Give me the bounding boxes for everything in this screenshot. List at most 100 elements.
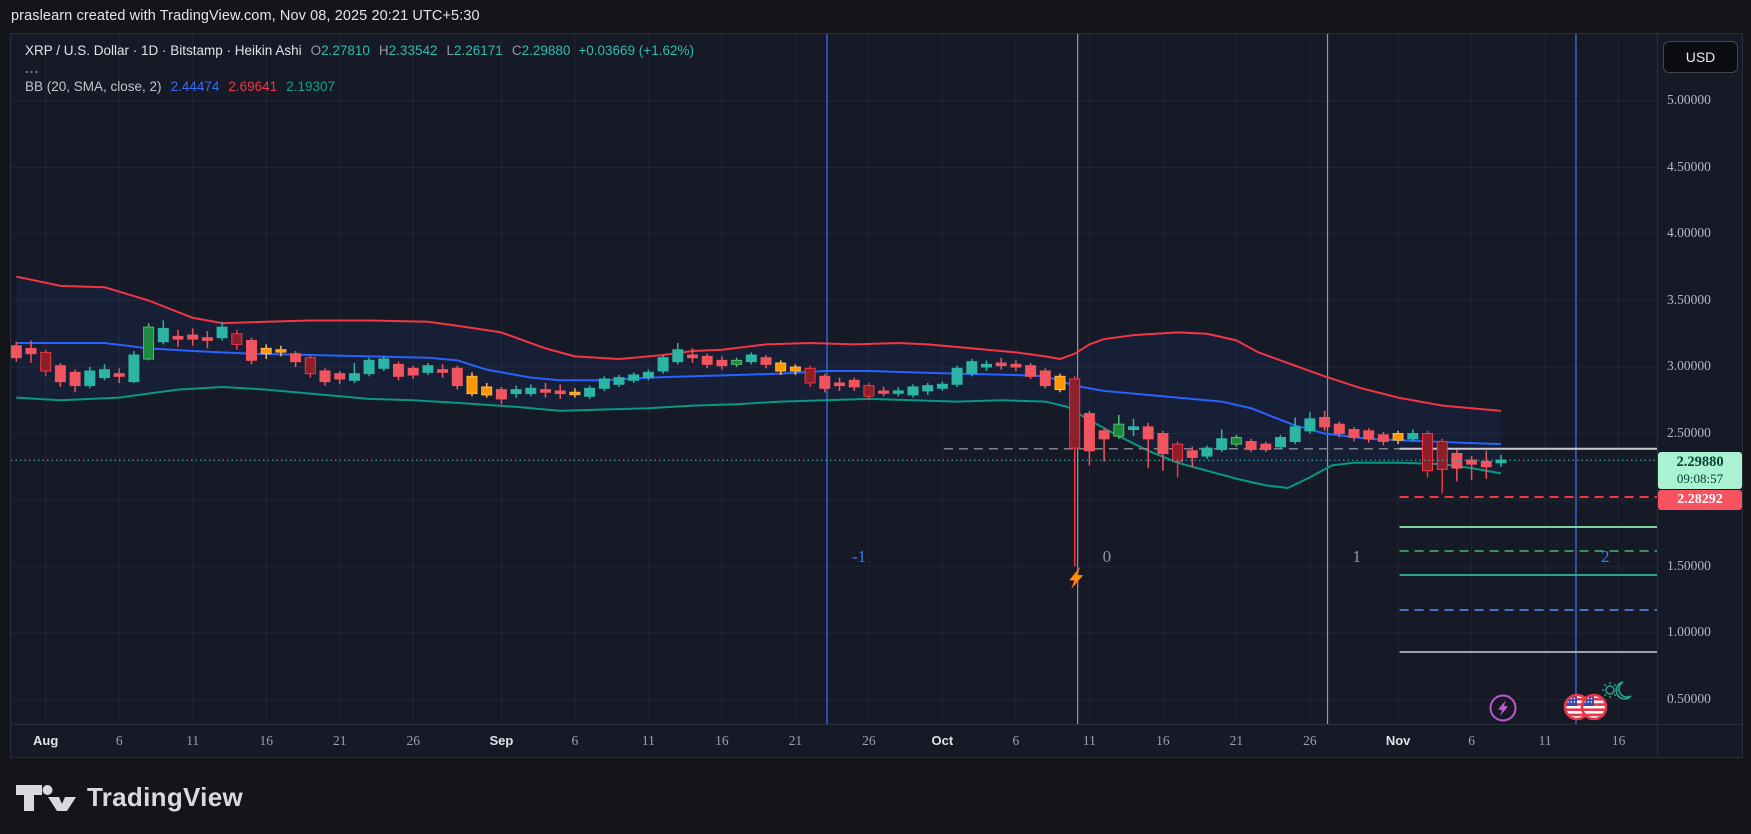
symbol-title[interactable]: XRP / U.S. Dollar · 1D · Bitstamp · Heik… (25, 43, 302, 58)
candle-body (100, 370, 110, 378)
candle-body (394, 364, 404, 376)
candle-body (55, 366, 65, 382)
candle-body (599, 379, 609, 388)
last-price-tag: 2.29880 09:08:57 (1658, 452, 1742, 489)
candle-body (26, 348, 36, 353)
candle-body (1040, 371, 1050, 386)
candle-body (908, 387, 918, 395)
candle-body (1099, 431, 1109, 439)
alert-price-value: 2.28292 (1677, 492, 1723, 507)
candle-body (41, 352, 51, 371)
symbol-row: XRP / U.S. Dollar · 1D · Bitstamp · Heik… (25, 43, 694, 58)
flag-star (1570, 701, 1572, 703)
candle-body (1393, 434, 1403, 441)
flag-star (1591, 698, 1593, 700)
purple-lightning-event-icon[interactable] (1491, 696, 1516, 721)
candle (1423, 431, 1433, 478)
time-axis-label: 26 (391, 733, 435, 749)
bb-value: 2.44474 (171, 79, 220, 94)
candle-body (1378, 435, 1388, 442)
bb-value: 2.69641 (228, 79, 277, 94)
candle-body (937, 384, 947, 388)
ohlc-value: 2.33542 (389, 43, 438, 58)
time-axis[interactable]: Aug611162126Sep611162126Oct611162126Nov6… (11, 724, 1742, 758)
moon-glyph (1616, 682, 1631, 699)
flag-star (1591, 701, 1593, 703)
time-axis-label: 6 (1450, 733, 1494, 749)
ohlc-letter: H (379, 43, 389, 58)
sun-ray (1604, 694, 1606, 696)
tradingview-logo-text: TradingView (87, 782, 243, 813)
candle-body (967, 362, 977, 374)
candle (452, 366, 462, 390)
candle-body (144, 327, 154, 359)
candle-body (1114, 424, 1124, 436)
price-axis-label: 4.00000 (1667, 225, 1711, 243)
cycle-line-label: 0 (1103, 547, 1112, 566)
price-axis-label: 4.50000 (1667, 159, 1711, 177)
sun-glyph (1606, 686, 1614, 694)
candle-body (1187, 451, 1197, 458)
time-axis-label: 21 (1214, 733, 1258, 749)
tradingview-logo-icon (15, 784, 77, 812)
time-axis-label: 11 (171, 733, 215, 749)
candle-body (952, 368, 962, 384)
time-axis-label: 6 (97, 733, 141, 749)
candle-body (1334, 424, 1344, 433)
candle-body (452, 368, 462, 385)
candle-body (335, 374, 345, 379)
time-axis-label: 11 (1067, 733, 1111, 749)
candle-body (864, 386, 874, 397)
alert-price-tag: 2.28292 (1658, 490, 1742, 510)
tradingview-logo[interactable]: TradingView (15, 782, 243, 813)
bb-indicator-name[interactable]: BB (20, SMA, close, 2) (25, 79, 162, 94)
candle (967, 359, 977, 376)
candle-body (996, 363, 1006, 366)
footer-bar: TradingView (0, 758, 1751, 834)
candle-body (1158, 434, 1168, 454)
candle-body (438, 370, 448, 373)
candle-body (849, 380, 859, 387)
bb-indicator-row: BB (20, SMA, close, 2)2.444742.696412.19… (25, 79, 694, 94)
ohlc-value: 2.26171 (454, 43, 503, 58)
candle-body (732, 360, 742, 364)
us-flag-event-icon[interactable] (1582, 695, 1606, 719)
price-chart[interactable]: -1012 (11, 34, 1742, 757)
currency-toggle-button[interactable]: USD (1663, 41, 1738, 73)
candle-body (658, 358, 668, 371)
bar-countdown-timer: 09:08:57 (1658, 471, 1742, 487)
attribution-text: praslearn created with TradingView.com, … (11, 8, 480, 24)
time-axis-label: 16 (1597, 733, 1641, 749)
candle-body (1423, 434, 1433, 471)
time-axis-label: 26 (1288, 733, 1332, 749)
candle-body (702, 356, 712, 364)
time-axis-month-label: Nov (1376, 733, 1420, 748)
lightning-bolt-icon (1070, 568, 1083, 589)
candle-body (1364, 431, 1374, 439)
legend-more-ellipsis[interactable]: ... (25, 62, 694, 76)
flag-star (1574, 698, 1576, 700)
price-axis-label: 0.50000 (1667, 691, 1711, 709)
ohlc-value: 2.27810 (321, 43, 370, 58)
sun-ray (1614, 694, 1616, 696)
price-axis-label: 2.50000 (1667, 425, 1711, 443)
sun-ray (1604, 684, 1606, 686)
candle-body (1026, 366, 1036, 377)
candle-body (1173, 444, 1183, 461)
change-value: +0.03669 (+1.62%) (578, 43, 694, 58)
candle-body (643, 372, 653, 377)
candle-body (188, 335, 198, 339)
price-axis[interactable]: 5.000004.500004.000003.500003.000002.500… (1657, 34, 1743, 757)
candle-body (305, 358, 315, 374)
candle-body (423, 366, 433, 373)
candle-body (1276, 437, 1286, 446)
candle-body (467, 376, 477, 393)
candle-body (1261, 444, 1271, 449)
candle-body (1084, 414, 1094, 451)
candle-body (85, 371, 95, 386)
sun-moon-icon[interactable] (1602, 682, 1631, 699)
price-axis-label: 1.50000 (1667, 558, 1711, 576)
ohlc-values: O2.27810H2.33542L2.26171C2.29880 (302, 43, 571, 58)
candle-body (776, 363, 786, 371)
candle-body (820, 376, 830, 388)
